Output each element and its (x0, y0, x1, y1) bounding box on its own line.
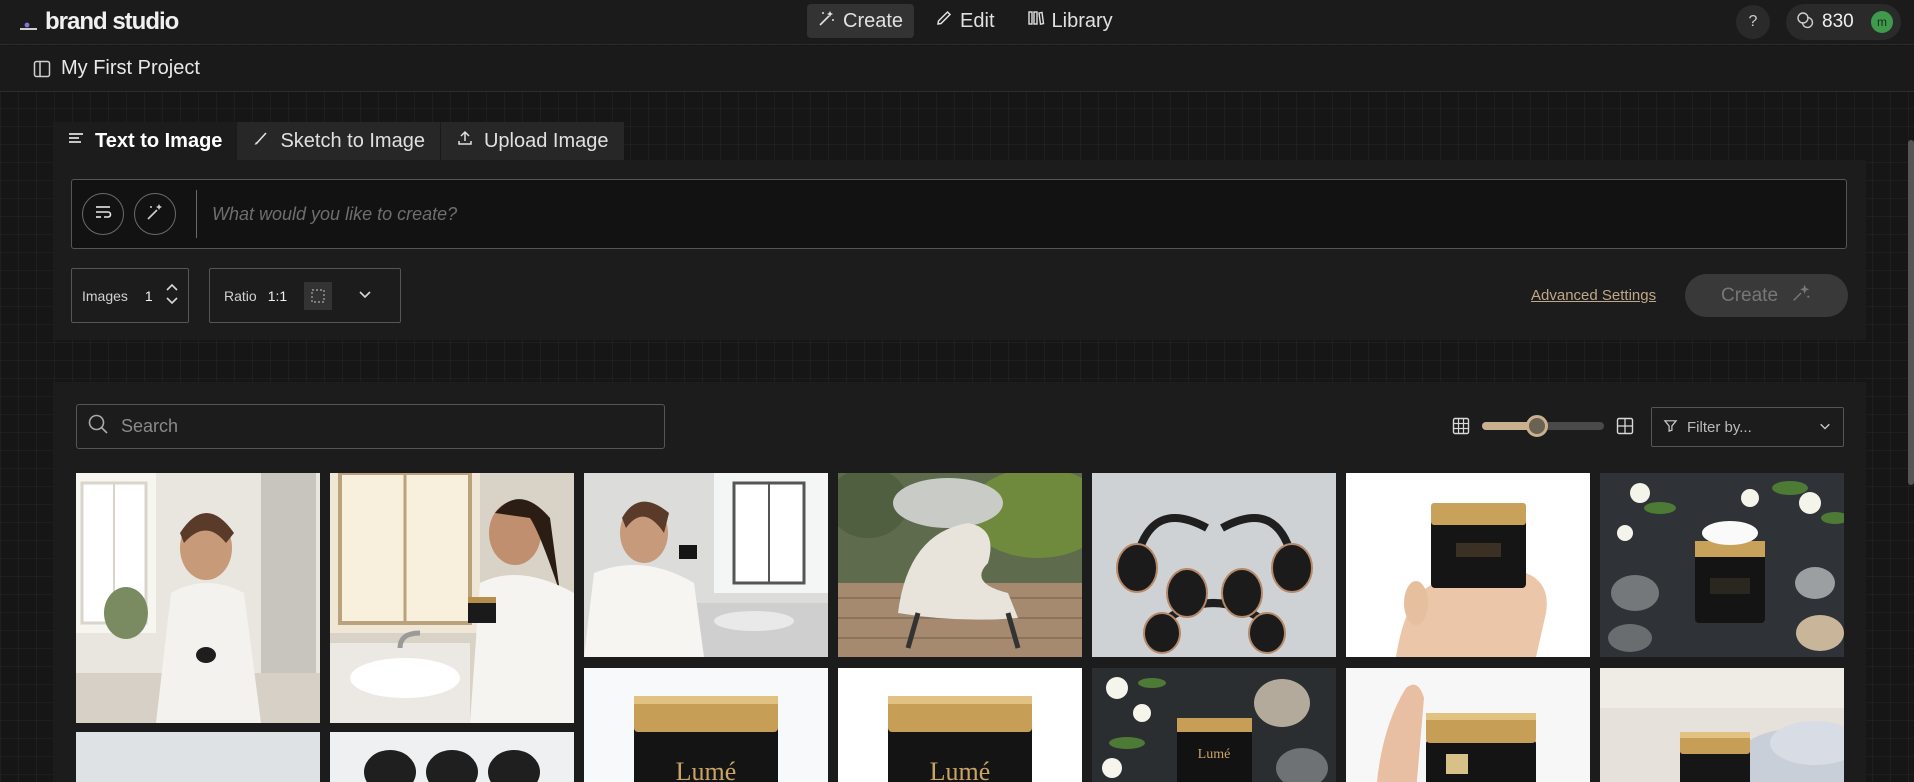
gallery-image[interactable] (1346, 668, 1590, 782)
image-grey-backdrop (76, 732, 320, 782)
image-hand-gold-jar (1346, 668, 1590, 782)
tab-text-to-image[interactable]: Text to Image (53, 122, 237, 160)
gallery-image[interactable] (1600, 668, 1844, 782)
project-title[interactable]: My First Project (61, 57, 200, 80)
gallery-image[interactable]: Lumé (1092, 668, 1336, 782)
thumbnail-size-slider[interactable] (1482, 415, 1604, 437)
library-icon (1027, 9, 1045, 33)
grid-small-icon[interactable] (1452, 417, 1470, 435)
gallery-image[interactable]: Lumé (838, 668, 1082, 782)
aspect-square-icon (304, 281, 333, 310)
chevron-down-icon (1819, 419, 1831, 436)
create-button-label: Create (1720, 284, 1779, 306)
gallery-image[interactable]: Lumé (584, 668, 828, 782)
gallery-image[interactable] (838, 473, 1082, 657)
enhance-prompt-button[interactable] (134, 193, 176, 235)
filter-placeholder: Filter by... (1687, 418, 1752, 436)
image-cream-stones (1600, 473, 1844, 657)
sidebar-toggle-icon[interactable] (32, 59, 52, 79)
search-icon (87, 413, 109, 440)
svg-text:Lumé: Lumé (1198, 747, 1231, 762)
logo-mark-icon (18, 11, 40, 33)
svg-text:Lumé: Lumé (676, 757, 737, 782)
help-button[interactable]: ? (1736, 5, 1770, 39)
image-woman-bathroom (584, 473, 828, 657)
coins-icon (1796, 11, 1814, 34)
gallery-search[interactable] (76, 404, 665, 449)
tab-sketch-to-image-label: Sketch to Image (280, 129, 425, 152)
prompt-input[interactable] (212, 194, 1812, 234)
avatar[interactable]: m (1871, 11, 1893, 33)
image-woman-mirror (76, 473, 320, 723)
brush-icon (252, 129, 270, 153)
lines-icon (67, 129, 85, 153)
create-button[interactable]: Create (1685, 274, 1848, 317)
project-bar: My First Project (0, 46, 1914, 92)
chevron-down-icon (358, 287, 372, 304)
advanced-settings-link[interactable]: Advanced Settings (1531, 287, 1656, 304)
top-bar: brand studio Create Edit Library ? 830 m (0, 0, 1914, 45)
image-lume-jar: Lumé (584, 668, 828, 782)
ratio-value: 1:1 (267, 287, 288, 304)
nav-create-label: Create (843, 9, 904, 32)
mode-tabs: Text to Image Sketch to Image Upload Ima… (53, 122, 624, 160)
brand-name: brand studio (45, 8, 179, 35)
nav-edit-label: Edit (960, 9, 995, 32)
image-lume-jar: Lumé (838, 668, 1082, 782)
image-hand-jar (1346, 473, 1590, 657)
sparkle-icon (1790, 282, 1812, 310)
ratio-select[interactable]: Ratio 1:1 (209, 268, 401, 323)
ratio-label: Ratio (224, 287, 257, 304)
grid-large-icon[interactable] (1616, 417, 1634, 435)
images-value: 1 (144, 287, 153, 304)
svg-text:Lumé: Lumé (930, 757, 991, 782)
gallery-image[interactable] (1600, 473, 1844, 657)
images-label: Images (82, 287, 128, 304)
text-wrap-icon (93, 202, 113, 227)
prompt-divider (196, 190, 197, 238)
main-nav: Create Edit Library (807, 4, 1124, 38)
filter-icon (1663, 418, 1678, 437)
tab-upload-image[interactable]: Upload Image (439, 122, 624, 160)
images-count-stepper[interactable]: Images 1 (71, 268, 189, 323)
image-lounge-chair (838, 473, 1082, 657)
image-jar-towels (1600, 668, 1844, 782)
image-gallery: Filter by... (53, 382, 1866, 782)
gallery-image[interactable] (1346, 473, 1590, 657)
upload-icon (456, 129, 474, 153)
gallery-image[interactable] (76, 732, 320, 782)
image-headphones-top (330, 732, 574, 782)
gallery-image[interactable] (76, 473, 320, 723)
gallery-image[interactable] (330, 732, 574, 782)
stepper-arrows-icon[interactable] (165, 280, 179, 311)
search-input[interactable] (121, 416, 641, 437)
image-jar-slate: Lumé (1092, 668, 1336, 782)
tab-sketch-to-image[interactable]: Sketch to Image (236, 122, 440, 160)
credits-count: 830 (1822, 11, 1854, 32)
brand-logo[interactable]: brand studio (18, 8, 179, 36)
page-scrollbar[interactable] (1908, 140, 1914, 485)
nav-library[interactable]: Library (1016, 4, 1124, 38)
gallery-image[interactable] (584, 473, 828, 657)
prompt-format-button[interactable] (82, 193, 124, 235)
create-panel: Images 1 Ratio 1:1 Advanced Settings Cre… (53, 160, 1866, 340)
magic-wand-icon (145, 202, 165, 227)
image-headphones (1092, 473, 1336, 657)
gallery-image[interactable] (1092, 473, 1336, 657)
pencil-icon (935, 9, 953, 33)
tab-text-to-image-label: Text to Image (95, 129, 223, 152)
nav-library-label: Library (1051, 9, 1113, 32)
prompt-box (71, 179, 1847, 249)
credits-badge[interactable]: 830 m (1786, 4, 1901, 40)
slider-handle[interactable] (1526, 415, 1548, 437)
magic-wand-icon (818, 9, 836, 33)
image-woman-window (330, 473, 574, 723)
filter-select[interactable]: Filter by... (1651, 407, 1844, 447)
nav-edit[interactable]: Edit (924, 4, 1005, 38)
nav-create[interactable]: Create (807, 4, 915, 38)
gallery-image[interactable] (330, 473, 574, 723)
tab-upload-image-label: Upload Image (483, 129, 609, 152)
